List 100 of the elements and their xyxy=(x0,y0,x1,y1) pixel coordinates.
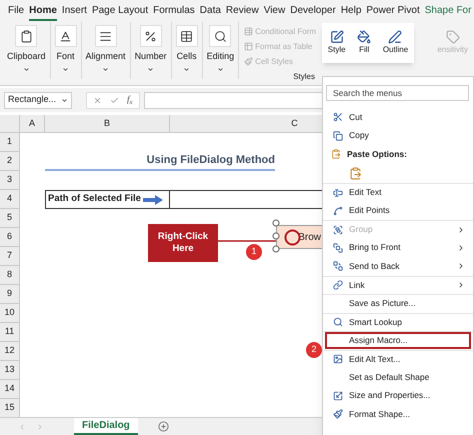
step-badge: 1 xyxy=(246,244,262,260)
clipboard-icon xyxy=(20,30,33,42)
scroll-right-icon[interactable] xyxy=(36,422,44,430)
menu-item[interactable]: Bring to Front xyxy=(325,239,471,256)
search-icon xyxy=(333,317,343,328)
row-header[interactable]: 6 xyxy=(0,228,20,247)
ribbon-group-button[interactable]: Clipboard xyxy=(7,25,46,64)
menu-item[interactable]: Size and Properties... xyxy=(325,387,471,404)
menu-item[interactable]: Smart Lookup xyxy=(325,314,471,331)
step-badge: 2 xyxy=(306,342,322,358)
column-header[interactable]: A xyxy=(20,115,45,132)
search-icon xyxy=(214,30,227,42)
row-header[interactable]: 8 xyxy=(0,266,20,285)
text-box-icon xyxy=(333,188,343,198)
copy-icon xyxy=(333,130,343,141)
menu-item[interactable]: Link xyxy=(325,276,471,294)
ribbon-group-button[interactable]: Alignment xyxy=(86,25,126,64)
ribbon-group-button[interactable]: Editing xyxy=(206,25,234,64)
cancel-icon xyxy=(93,96,102,104)
font-color-icon xyxy=(59,30,72,42)
menu-item[interactable]: Send to Back xyxy=(325,258,471,275)
row-header[interactable]: 11 xyxy=(0,323,20,342)
scroll-left-icon[interactable] xyxy=(18,422,26,430)
dropdown-caret-icon xyxy=(62,66,70,72)
table-format-icon xyxy=(244,42,254,51)
dropdown-caret-icon xyxy=(147,66,154,72)
menu-item[interactable]: Edit Text xyxy=(325,184,471,202)
menu-section-header: Paste Options: xyxy=(347,148,407,160)
menu-item[interactable]: Format Shape... xyxy=(325,406,471,423)
brush-icon xyxy=(333,409,343,420)
ribbon-tab[interactable]: Formulas xyxy=(153,1,195,21)
dropdown-caret-icon xyxy=(102,66,110,72)
add-sheet-icon[interactable] xyxy=(158,421,169,432)
selection-handles xyxy=(272,219,282,253)
row-header[interactable]: 1 xyxy=(0,133,20,152)
check-icon xyxy=(110,96,119,104)
callout-box: Right-Click Here xyxy=(148,224,218,262)
ribbon-tab[interactable]: Help xyxy=(340,1,362,21)
group-label: Styles xyxy=(293,71,315,83)
row-header[interactable]: 10 xyxy=(0,304,20,323)
sheet-tab[interactable]: FileDialog xyxy=(74,418,138,435)
row-header[interactable]: 12 xyxy=(0,342,20,361)
row-header[interactable]: 15 xyxy=(0,399,20,418)
function-label: f$_{x}$ xyxy=(127,93,133,107)
dropdown-caret-icon xyxy=(183,66,190,72)
ribbon-tab[interactable]: File xyxy=(8,1,24,21)
ribbon-tab[interactable]: Review xyxy=(226,1,259,21)
menu-item[interactable]: Assign Macro... xyxy=(325,332,471,350)
cell-text: Path of Selected File xyxy=(48,192,141,206)
dropdown-caret-icon xyxy=(61,96,68,104)
row-header[interactable]: 3 xyxy=(0,171,20,190)
group-icon xyxy=(333,224,343,235)
search-field[interactable]: Search the menus xyxy=(326,85,469,101)
send-back-icon xyxy=(333,261,343,272)
clipboard-icon xyxy=(348,166,362,180)
sheet-title: Using FileDialog Method xyxy=(45,152,275,171)
bring-front-icon xyxy=(333,242,343,253)
brush-icon xyxy=(244,57,254,66)
scissors-icon xyxy=(333,112,343,122)
row-header[interactable]: 7 xyxy=(0,247,20,266)
image-icon xyxy=(333,354,343,364)
conditional-format-icon xyxy=(244,27,254,36)
table-icon xyxy=(180,30,194,42)
toolbar-button[interactable]: Fill xyxy=(357,30,372,56)
ribbon-tab[interactable]: Page Layout xyxy=(92,1,148,21)
toolbar-button[interactable]: Outline xyxy=(382,30,408,56)
row-header[interactable]: 5 xyxy=(0,209,20,228)
column-header[interactable]: B xyxy=(45,115,170,132)
ribbon-group-button[interactable]: Number xyxy=(134,25,167,64)
clipboard-icon xyxy=(331,149,341,159)
align-icon xyxy=(99,30,112,42)
ribbon-tab[interactable]: Developer xyxy=(290,1,336,21)
highlight-circle xyxy=(284,229,301,246)
paint-bucket-icon xyxy=(357,30,372,44)
tag-icon xyxy=(446,30,460,44)
ribbon-tab[interactable]: Shape For xyxy=(424,1,472,21)
row-header[interactable]: 4 xyxy=(0,190,20,209)
shape-style-icon xyxy=(330,30,344,44)
ribbon-tab[interactable]: Insert xyxy=(62,1,87,21)
dropdown-caret-icon xyxy=(216,66,224,72)
toolbar-button[interactable]: Style xyxy=(328,30,346,56)
row-header[interactable]: 2 xyxy=(0,152,20,171)
row-header[interactable]: 14 xyxy=(0,380,20,399)
ribbon-tab[interactable]: Data xyxy=(200,1,221,21)
menu-item[interactable]: Save as Picture... xyxy=(325,295,471,312)
curve-points-icon xyxy=(333,206,343,216)
ribbon-tab[interactable]: View xyxy=(264,1,286,21)
row-header[interactable]: 9 xyxy=(0,285,20,304)
arrow-icon xyxy=(142,194,163,204)
dropdown-caret-icon xyxy=(22,66,30,72)
menu-item[interactable]: Set as Default Shape xyxy=(325,368,471,386)
link-icon xyxy=(333,280,343,290)
resize-icon xyxy=(333,390,343,401)
ribbon-tab[interactable]: Power Pivot xyxy=(366,1,420,21)
pen-icon xyxy=(388,30,402,44)
menu-item[interactable]: Edit Alt Text... xyxy=(325,350,471,368)
name-box[interactable]: Rectangle... xyxy=(4,92,72,108)
row-header[interactable]: 13 xyxy=(0,361,20,380)
menu-item[interactable]: Edit Points xyxy=(325,202,471,220)
percent-icon xyxy=(144,30,158,42)
